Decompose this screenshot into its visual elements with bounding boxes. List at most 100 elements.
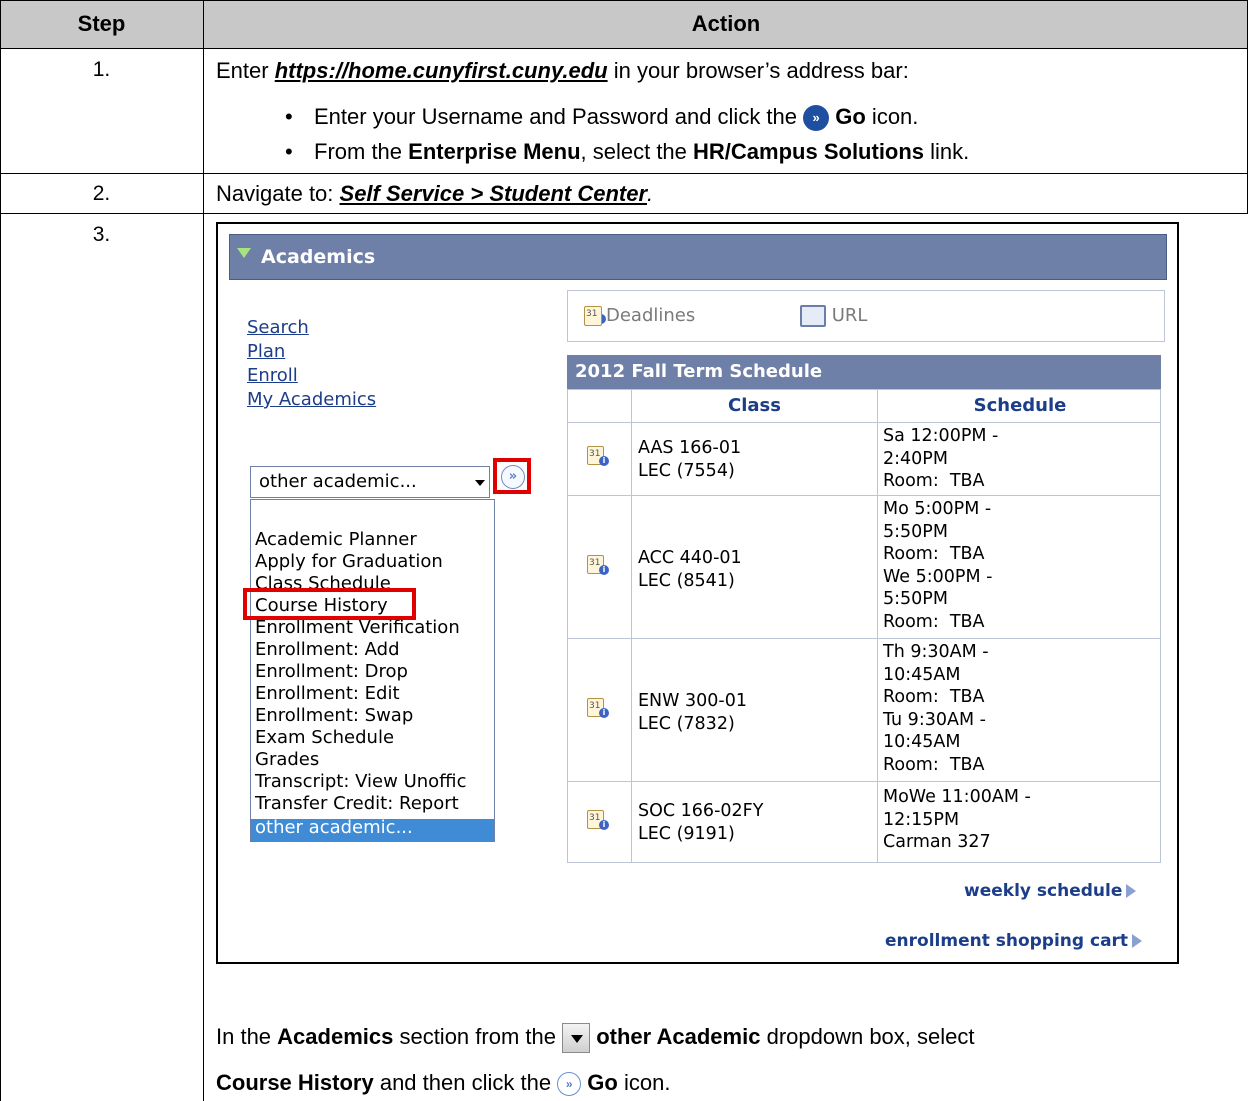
enrollment-cart-label: enrollment shopping cart [885,931,1129,951]
dropdown-arrow-icon [562,1023,591,1053]
text: dropdown box, select [760,1023,975,1049]
text: icon. [865,104,919,129]
text: link. [924,139,970,164]
schedule-cell: Mo 5:00PM - 5:50PM Room: TBA We 5:00PM -… [883,499,993,632]
grid-line [568,781,1160,782]
go-icon: » [557,1072,582,1097]
calendar-icon [584,306,602,326]
text: and then click the [373,1070,558,1095]
other-academic-select[interactable]: other academic... [250,466,490,498]
bullet-dot: • [285,104,293,129]
weekly-schedule-link[interactable]: weekly schedule [964,881,1137,901]
row-divider [0,48,1248,49]
text-bold: HR/Campus Solutions [693,139,925,164]
course-history-highlight [243,588,416,620]
text: From the [314,139,409,164]
step-number: 1. [92,58,111,81]
dropdown-option[interactable]: Exam Schedule [255,727,394,748]
text-bold: Enterprise Menu [408,139,581,164]
dropdown-option[interactable]: Academic Planner [255,529,417,550]
column-header-class: Class [728,395,781,416]
step3-instruction-line2: Course History and then click the » Go i… [216,1070,671,1097]
arrow-right-icon [1132,934,1143,948]
navigation-path: Self Service > Student Center [339,181,648,206]
grid-line [631,390,632,862]
dropdown-option[interactable]: Transcript: View Unoffic [255,771,466,792]
class-detail-icon[interactable]: i [587,697,609,718]
row-divider [0,213,1248,214]
schedule-cell: Sa 12:00PM - 2:40PM Room: TBA [883,426,999,491]
text: Enter [216,58,275,83]
deadlines-label: Deadlines [606,305,696,326]
class-cell: SOC 166-02FY LEC (9191) [638,801,764,844]
step2-instruction: Navigate to: Self Service > Student Cent… [216,181,653,207]
info-icon: i [599,820,609,830]
info-icon: i [599,456,609,466]
procedure-table: Step Action 1. Enter https://home.cunyfi… [0,0,1248,1101]
info-icon: i [599,565,609,575]
class-cell: ACC 440-01 LEC (8541) [638,548,742,591]
dropdown-option[interactable]: Grades [255,749,319,770]
text-bold: Go [835,104,866,129]
term-schedule-title: 2012 Fall Term Schedule [567,355,1161,389]
deadlines-link[interactable]: iDeadlines [584,305,695,326]
go-button[interactable]: » [493,458,531,494]
text: . [647,181,654,206]
dropdown-option[interactable]: Transfer Credit: Report [255,793,459,814]
dropdown-option[interactable]: Enrollment Verification [255,617,460,638]
nav-link-my-academics[interactable]: My Academics [247,389,376,410]
bullet-item: • From the Enterprise Menu, select the H… [285,139,970,165]
cunyfirst-link[interactable]: https://home.cunyfirst.cuny.edu [275,58,608,83]
text-bold: Go [587,1070,618,1095]
column-divider [203,0,204,1101]
term-schedule-grid: Class Schedule i AAS 166-01 LEC (7554) S… [567,389,1161,863]
class-detail-icon[interactable]: i [587,445,609,466]
table-border-top [0,0,1248,1]
dropdown-option[interactable]: Enrollment: Edit [255,683,400,704]
class-cell: ENW 300-01 LEC (7832) [638,691,747,734]
go-icon: » [803,105,830,132]
text-bold: Academics [277,1023,394,1049]
header-step: Step [0,0,203,49]
url-label: URL [831,305,868,326]
academics-screenshot: Academics Search Plan Enroll My Academic… [216,222,1179,964]
text: icon. [617,1070,671,1095]
nav-link-search[interactable]: Search [247,317,309,338]
text: Enter your Username and Password and cli… [314,104,804,129]
step1-instruction: Enter https://home.cunyfirst.cuny.edu in… [216,58,909,84]
academics-section-header[interactable]: Academics [229,234,1167,280]
class-detail-icon[interactable]: i [587,809,609,830]
dropdown-option-selected[interactable]: other academic... [255,817,413,838]
text: in your browser’s address bar: [607,58,909,83]
bullet-item: • Enter your Username and Password and c… [285,104,919,132]
bullet-dot: • [285,139,293,164]
text: In the [216,1023,278,1049]
enrollment-cart-link[interactable]: enrollment shopping cart [885,931,1143,951]
text-bold: Course History [216,1070,374,1095]
grid-line [568,422,1160,423]
nav-link-enroll[interactable]: Enroll [247,365,298,386]
collapse-triangle-icon[interactable] [237,248,251,258]
text: section from the [393,1023,563,1049]
step-number: 2. [92,182,111,205]
other-academic-dropdown-list[interactable]: Academic Planner Apply for Graduation Cl… [250,499,495,842]
schedule-cell: Th 9:30AM - 10:45AM Room: TBA Tu 9:30AM … [883,642,989,775]
url-link[interactable]: URL [800,305,867,327]
go-icon: » [501,465,525,489]
class-cell: AAS 166-01 LEC (7554) [638,438,742,481]
class-detail-icon[interactable]: i [587,554,609,575]
dropdown-option[interactable]: Enrollment: Add [255,639,400,660]
text: Navigate to: [216,181,340,206]
step3-instruction-line1: In the Academics section from the other … [216,1023,975,1053]
schedule-cell: MoWe 11:00AM - 12:15PM Carman 327 [883,787,1031,852]
url-icon [800,305,826,327]
chevron-down-icon [475,480,485,486]
grid-line [568,495,1160,496]
select-value: other academic... [259,471,417,492]
dropdown-option[interactable]: Apply for Graduation [255,551,443,572]
nav-link-plan[interactable]: Plan [247,341,285,362]
grid-line [568,638,1160,639]
dropdown-option[interactable]: Enrollment: Swap [255,705,413,726]
weekly-schedule-label: weekly schedule [964,881,1123,901]
dropdown-option[interactable]: Enrollment: Drop [255,661,408,682]
